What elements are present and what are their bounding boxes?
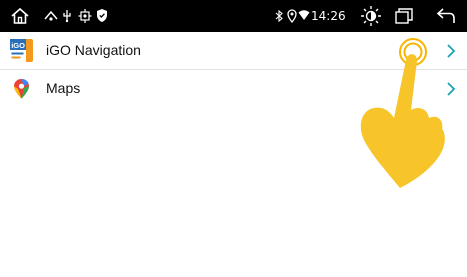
- status-bar: 14:26: [0, 0, 467, 32]
- bluetooth-icon: [275, 10, 283, 22]
- chevron-right-icon: [447, 82, 456, 96]
- wifi-icon: [298, 10, 310, 20]
- igo-primo-icon: iGO: [10, 39, 33, 62]
- app-chooser-screen: 14:26 iGO iGO Navigation Maps: [0, 0, 467, 277]
- home-icon[interactable]: [10, 6, 30, 26]
- svg-text:iGO: iGO: [11, 41, 25, 50]
- maps-pin-icon: [14, 79, 29, 99]
- app-label-maps: Maps: [46, 80, 81, 96]
- brightness-icon[interactable]: [360, 5, 382, 27]
- chevron-right-icon: [447, 44, 456, 58]
- recent-apps-icon[interactable]: [395, 8, 413, 24]
- app-label-igo-navigation: iGO Navigation: [46, 42, 141, 58]
- app-row-igo-navigation[interactable]: iGO iGO Navigation: [0, 32, 467, 69]
- settings-icon: [78, 9, 92, 23]
- shield-icon: [97, 9, 107, 22]
- app-row-maps[interactable]: Maps: [0, 70, 467, 107]
- usb-connection-icon: [63, 10, 71, 23]
- usb-icon: [44, 10, 58, 21]
- back-icon[interactable]: [436, 8, 456, 24]
- status-time: 14:26: [311, 9, 346, 23]
- location-icon: [287, 9, 297, 23]
